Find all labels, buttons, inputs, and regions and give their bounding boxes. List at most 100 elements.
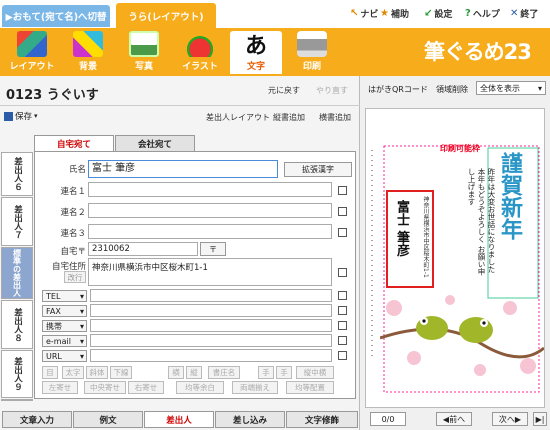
sender-layout-button[interactable]: 差出人レイアウト bbox=[206, 112, 270, 123]
contact-type-select-5[interactable]: URL ▾ bbox=[42, 350, 87, 362]
message-text: 昨年は大変お世話になりました 本年もどうぞよろしく お願い申し上げます bbox=[467, 168, 496, 276]
bottom-tab-sender[interactable]: 差出人 bbox=[144, 411, 214, 428]
underline-button[interactable]: 下線 bbox=[110, 366, 132, 379]
contact-input-4[interactable] bbox=[90, 334, 332, 347]
contact-input-5[interactable] bbox=[90, 349, 332, 362]
printer-icon bbox=[297, 31, 327, 57]
view-select[interactable]: 全体を表示 ▾ bbox=[476, 81, 546, 95]
tatechuyoko-button[interactable]: 縦中横 bbox=[296, 366, 334, 379]
tool-background-label: 背景 bbox=[78, 62, 97, 72]
last-page-button[interactable]: ▶| bbox=[533, 412, 547, 426]
contact-input-3[interactable] bbox=[90, 319, 332, 332]
side-tab-sender10[interactable]: 差出人１０ bbox=[1, 399, 33, 401]
settings-label: 設定 bbox=[434, 10, 453, 20]
bottom-tab-examples[interactable]: 例文 bbox=[73, 411, 143, 428]
address-input[interactable]: 神奈川県横浜市中区桜木町1-1 bbox=[88, 258, 332, 286]
name-input[interactable]: 富士 筆彦 bbox=[88, 160, 278, 178]
contact-input-1[interactable] bbox=[90, 289, 332, 302]
tool-illust[interactable]: イラスト bbox=[174, 31, 226, 74]
add-horizontal-button[interactable]: 横書追加 bbox=[319, 112, 351, 123]
vertical-button[interactable]: 縦 bbox=[186, 366, 202, 379]
navi-link[interactable]: ↖ ナビ bbox=[350, 7, 378, 20]
printable-area-label: 印刷可能枠 bbox=[440, 144, 480, 153]
bottom-tab-decoration[interactable]: 文字修飾 bbox=[286, 411, 358, 428]
contact-input-2[interactable] bbox=[90, 304, 332, 317]
joint-checkbox-2[interactable] bbox=[338, 207, 347, 216]
joint-checkbox-3[interactable] bbox=[338, 228, 347, 237]
prev-button[interactable]: ◀ 前へ bbox=[436, 412, 472, 426]
joint-checkbox-1[interactable] bbox=[338, 186, 347, 195]
address-checkbox[interactable] bbox=[338, 268, 347, 277]
bottom-tab-text-input[interactable]: 文章入力 bbox=[2, 411, 72, 428]
contact-type-select-1[interactable]: TEL ▾ bbox=[42, 290, 87, 302]
tab-switch-front[interactable]: ▶おもて(宛て名)へ切替 bbox=[2, 5, 110, 27]
contact-type-select-4[interactable]: e-mail ▾ bbox=[42, 335, 87, 347]
contact-type-label: e-mail bbox=[46, 336, 71, 346]
side-tab-sender9[interactable]: 差出人９ bbox=[1, 350, 33, 398]
exit-link[interactable]: ✕ 終了 bbox=[510, 7, 538, 20]
tool-layout[interactable]: レイアウト bbox=[6, 31, 58, 74]
side-tab-standard[interactable]: 標準の差出人 bbox=[1, 247, 33, 299]
photo-icon bbox=[129, 31, 159, 57]
bottom-tab-insert[interactable]: 差し込み bbox=[215, 411, 285, 428]
horizontal-button[interactable]: 横 bbox=[168, 366, 184, 379]
ext-kanji-button[interactable]: 拡張漢字 bbox=[284, 162, 352, 177]
add-vertical-button[interactable]: 縦書追加 bbox=[273, 112, 305, 123]
tool-print[interactable]: 印刷 bbox=[286, 31, 338, 74]
undo-button[interactable]: 元に戻す bbox=[268, 85, 300, 96]
bold-button[interactable]: 太字 bbox=[62, 366, 84, 379]
side-tab-sender8[interactable]: 差出人８ bbox=[1, 300, 33, 349]
contact-checkbox-2[interactable] bbox=[338, 306, 347, 315]
side-tab-sender7[interactable]: 差出人７ bbox=[1, 197, 33, 246]
align-left-button[interactable]: 左寄せ bbox=[42, 381, 78, 394]
align-right-button[interactable]: 右寄せ bbox=[128, 381, 164, 394]
redo-button[interactable]: やり直す bbox=[316, 85, 348, 96]
tab-home[interactable]: 自宅宛て bbox=[34, 135, 114, 151]
postal-search-button[interactable]: 〒 bbox=[200, 242, 226, 256]
format-icon-button[interactable]: 目 bbox=[42, 366, 58, 379]
hagaki-button[interactable]: はがき bbox=[368, 84, 392, 95]
tab-work[interactable]: 会社宛て bbox=[115, 135, 195, 151]
joint-input-3[interactable] bbox=[88, 224, 332, 239]
align-center-button[interactable]: 中央寄せ bbox=[84, 381, 126, 394]
contact-checkbox-1[interactable] bbox=[338, 291, 347, 300]
tool-background[interactable]: 背景 bbox=[62, 31, 114, 74]
hojo-link[interactable]: ★ 補助 bbox=[380, 7, 409, 20]
qr-button[interactable]: QRコード bbox=[392, 84, 428, 95]
hand-button-2[interactable]: 手 bbox=[276, 366, 292, 379]
page-indicator: 0/0 bbox=[370, 412, 406, 426]
tool-illust-label: イラスト bbox=[182, 62, 218, 72]
chevron-down-icon: ▾ bbox=[79, 351, 84, 361]
contact-type-select-2[interactable]: FAX ▾ bbox=[42, 305, 87, 317]
postal-input[interactable]: 2310062 bbox=[88, 242, 198, 256]
distribute-button[interactable]: 均等配置 bbox=[286, 381, 334, 394]
divider bbox=[0, 105, 360, 106]
shoshomei-button[interactable]: 書庄名 bbox=[208, 366, 240, 379]
settings-link[interactable]: ↙ 設定 bbox=[424, 7, 452, 20]
next-button[interactable]: 次へ ▶ bbox=[492, 412, 528, 426]
joint-label-3: 連名３ bbox=[60, 229, 86, 239]
name-label: 氏名 bbox=[68, 165, 86, 175]
contact-checkbox-4[interactable] bbox=[338, 336, 347, 345]
joint-input-2[interactable] bbox=[88, 203, 332, 218]
justify-button[interactable]: 両端揃え bbox=[232, 381, 278, 394]
tool-print-label: 印刷 bbox=[302, 62, 321, 72]
tab-back-layout[interactable]: うら(レイアウト) bbox=[116, 3, 216, 28]
contact-checkbox-3[interactable] bbox=[338, 321, 347, 330]
joint-input-1[interactable] bbox=[88, 182, 332, 197]
delete-area-button[interactable]: 領域削除 bbox=[436, 84, 468, 95]
chevron-down-icon: ▾ bbox=[537, 83, 542, 93]
tool-photo[interactable]: 写真 bbox=[118, 31, 170, 74]
equal-margin-button[interactable]: 均等余白 bbox=[176, 381, 224, 394]
sender-name-preview: 富士 筆彦 bbox=[394, 200, 409, 257]
italic-button[interactable]: 斜体 bbox=[86, 366, 108, 379]
contact-checkbox-5[interactable] bbox=[338, 351, 347, 360]
tool-text[interactable]: あ 文字 bbox=[230, 31, 282, 74]
side-tab-sender6[interactable]: 差出人６ bbox=[1, 152, 33, 196]
help-link[interactable]: ? ヘルプ bbox=[465, 7, 500, 20]
newline-button[interactable]: 改行 bbox=[64, 271, 86, 283]
tool-text-label: 文字 bbox=[246, 62, 265, 72]
hand-button-1[interactable]: 手 bbox=[258, 366, 274, 379]
contact-type-select-3[interactable]: 携帯 ▾ bbox=[42, 320, 87, 332]
save-button[interactable]: 保存 ▾ bbox=[4, 110, 38, 122]
